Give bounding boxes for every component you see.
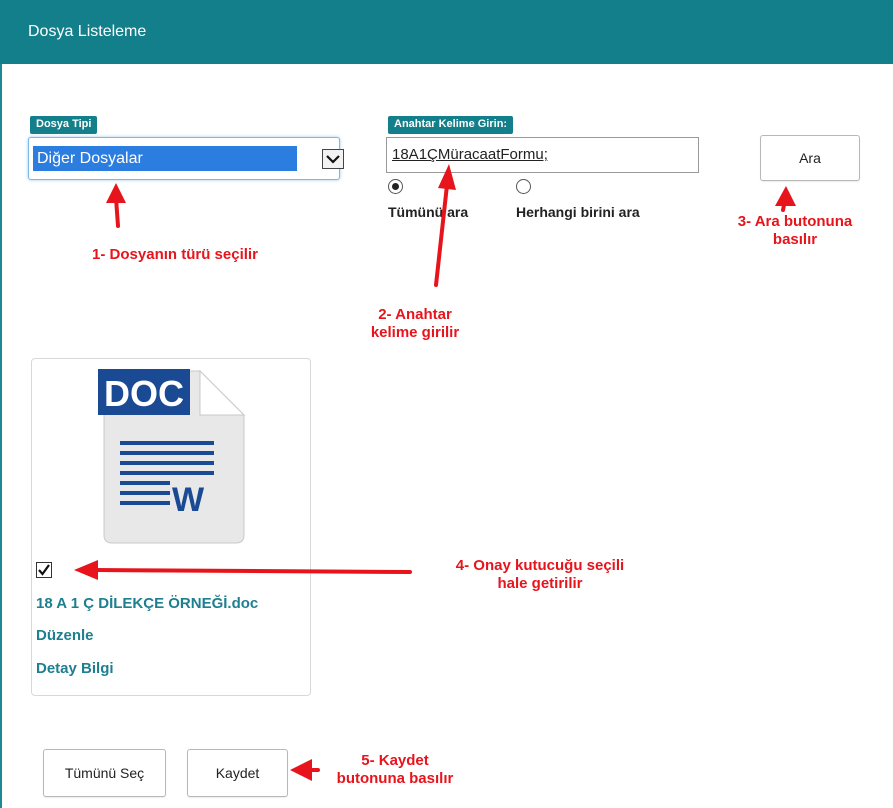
annotation-arrow-step1 bbox=[106, 183, 126, 203]
annotation-arrow-step5 bbox=[290, 759, 312, 781]
annotation-arrow-step4 bbox=[74, 560, 98, 580]
annotation-arrow-step2 bbox=[438, 164, 456, 190]
annotation-arrow-step3 bbox=[775, 186, 796, 206]
annotation-arrows bbox=[74, 164, 796, 781]
